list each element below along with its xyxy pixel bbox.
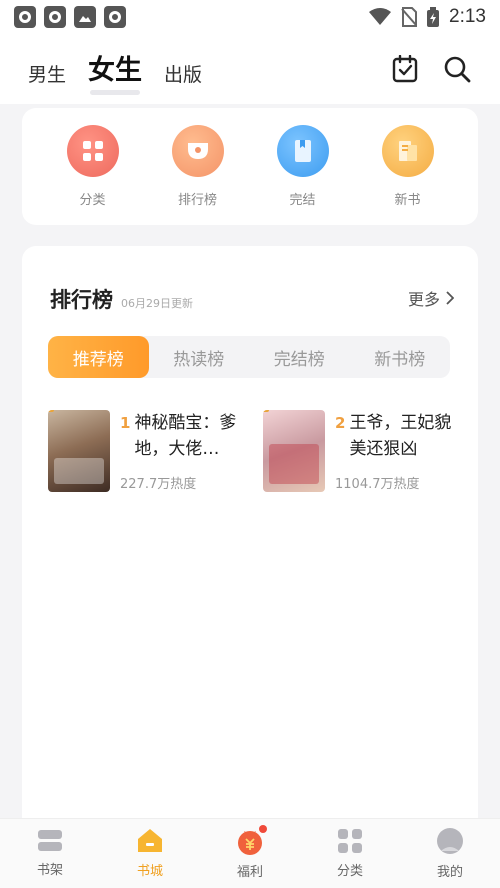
ranking-tabs: 推荐榜 热读榜 完结榜 新书榜 [48,336,450,378]
book-item[interactable]: 1 神秘酷宝：爹地，大佬… 227.7万热度 [48,410,253,492]
bottom-nav: 书架 书城 福利 分类 我的 [0,818,500,888]
more-button[interactable]: 更多 [408,286,454,310]
shortcut-category[interactable]: 分类 [53,125,133,208]
nav-label: 分类 [336,864,363,879]
gender-tabs: 男生 女生 出版 [28,48,202,95]
nav-label: 我的 [436,865,463,880]
status-bar: 2:13 [0,0,500,34]
nav-bookstore[interactable]: 书城 [115,828,185,879]
category-shortcuts: 分类 排行榜 完结 新书 [22,108,478,225]
bookshelf-icon [38,830,62,851]
home-icon [138,829,162,852]
more-label: 更多 [407,290,440,309]
nav-category[interactable]: 分类 [315,828,385,879]
notification-icon [104,6,126,28]
ranking-section: 排行榜 06月29日更新 更多 推荐榜 热读榜 完结榜 新书榜 1 神秘酷宝：爹… [22,246,478,826]
tab-hot[interactable]: 热读榜 [149,336,250,378]
battery-icon [427,7,440,27]
ranking-title: 排行榜 [50,288,113,312]
book-title: 神秘酷宝：爹地，大佬… [134,413,237,459]
book-info: 1 神秘酷宝：爹地，大佬… 227.7万热度 [120,410,253,492]
grid-icon [66,125,119,177]
book-cover [48,410,110,492]
book-rank: 1 [120,414,131,432]
book-title: 王爷，王妃貌美还狠凶 [349,413,452,459]
image-icon [74,6,96,28]
chevron-right-icon [446,291,454,305]
status-notifications [14,6,126,28]
cover-tag [48,410,54,412]
newbook-icon [381,125,434,177]
shortcut-ranking[interactable]: 排行榜 [158,125,238,208]
nav-label: 书架 [36,863,63,878]
shortcut-completed[interactable]: 完结 [263,125,343,208]
shortcut-label: 分类 [79,193,106,208]
nav-profile[interactable]: 我的 [415,827,485,880]
nav-label: 书城 [136,864,163,879]
book-heat: 227.7万热度 [120,477,197,492]
no-sim-icon [401,7,418,27]
book-item[interactable]: 2 王爷，王妃貌美还狠凶 1104.7万热度 [263,410,468,492]
tab-completed[interactable]: 完结榜 [249,336,350,378]
cover-tag [263,410,269,412]
search-icon[interactable] [442,54,472,84]
nav-label: 福利 [236,865,263,880]
book-cover [263,410,325,492]
shortcut-newbook[interactable]: 新书 [368,125,448,208]
trophy-icon [171,125,224,177]
tab-recommended[interactable]: 推荐榜 [48,336,149,378]
top-nav: 男生 女生 出版 [0,34,500,104]
shortcut-label: 新书 [394,193,421,208]
nav-bookshelf[interactable]: 书架 [15,829,85,878]
tab-male[interactable]: 男生 [28,60,66,91]
book-icon [276,125,329,177]
shortcut-label: 完结 [289,193,316,208]
clock: 2:13 [449,6,486,27]
tab-publish[interactable]: 出版 [164,60,202,91]
ranking-header: 排行榜 06月29日更新 [50,284,193,314]
shortcut-label: 排行榜 [177,193,217,208]
book-info: 2 王爷，王妃貌美还狠凶 1104.7万热度 [335,410,468,492]
wifi-icon [369,8,392,25]
book-rank: 2 [335,414,346,432]
tab-new[interactable]: 新书榜 [350,336,451,378]
ranking-book-list: 1 神秘酷宝：爹地，大佬… 227.7万热度 2 王爷，王妃貌美还狠凶 1104… [48,410,468,492]
nav-welfare[interactable]: 福利 [215,825,285,880]
tab-female[interactable]: 女生 [88,48,142,95]
notification-badge [259,825,267,833]
top-nav-actions [390,54,472,84]
book-heat: 1104.7万热度 [335,477,420,492]
profile-icon [437,828,463,854]
notification-icon [14,6,36,28]
checkin-icon[interactable] [390,54,420,84]
category-icon [338,829,362,853]
ranking-updated: 06月29日更新 [121,297,193,310]
notification-icon [44,6,66,28]
status-system: 2:13 [369,6,486,28]
